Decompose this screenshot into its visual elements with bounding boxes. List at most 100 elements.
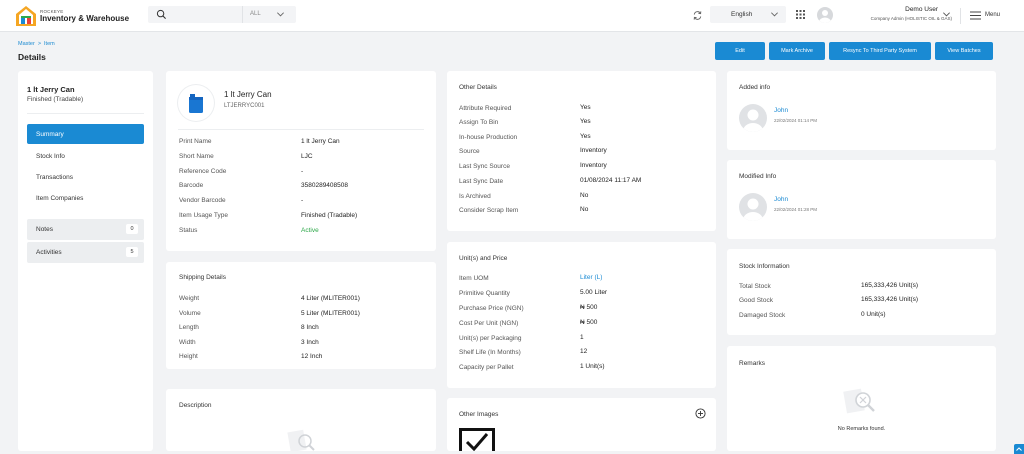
- remarks-title: Remarks: [739, 360, 766, 367]
- edit-button[interactable]: Edit: [715, 42, 765, 60]
- user-avatar-icon: [743, 198, 763, 221]
- status-label: Status: [179, 227, 198, 234]
- is-archived-value: No: [580, 192, 589, 199]
- chevron-up-icon: [1016, 447, 1022, 451]
- damaged-stock-label: Damaged Stock: [739, 312, 786, 319]
- barcode-value: 3580289408508: [301, 182, 348, 189]
- sidebar-item-summary[interactable]: Summary: [27, 124, 144, 144]
- user-name[interactable]: Demo User: [880, 6, 938, 13]
- shipping-title: Shipping Details: [179, 274, 226, 281]
- activities-count-badge: 5: [126, 247, 138, 257]
- sidebar-item-activities[interactable]: Activities 5: [27, 242, 144, 263]
- hamburger-menu-icon[interactable]: [970, 11, 981, 20]
- units-title: Unit(s) and Price: [459, 255, 508, 262]
- item-name: 1 lt Jerry Can: [224, 90, 272, 99]
- shelf-life-label: Shelf Life (In Months): [459, 349, 521, 356]
- units-price-card: Unit(s) and Price Item UOM Liter (L) Pri…: [447, 242, 716, 388]
- apps-grid-icon[interactable]: [796, 10, 805, 19]
- language-select[interactable]: English: [710, 6, 786, 23]
- item-image[interactable]: [178, 85, 214, 121]
- item-code: LTJERRYC001: [224, 103, 265, 109]
- breadcrumb-separator: >: [37, 41, 42, 47]
- cost-per-unit-label: Cost Per Unit (NGN): [459, 320, 519, 327]
- jerry-can-icon: [189, 94, 203, 113]
- barcode-label: Barcode: [179, 182, 204, 189]
- search-divider: [242, 6, 243, 23]
- other-details-title: Other Details: [459, 84, 497, 91]
- attribute-required-label: Attribute Required: [459, 105, 512, 112]
- notes-count-badge: 0: [126, 224, 138, 234]
- length-value: 8 Inch: [301, 324, 319, 331]
- purchase-price-value: ₦ 500: [580, 304, 598, 311]
- no-remarks-message: No Remarks found.: [837, 426, 886, 432]
- primitive-quantity-label: Primitive Quantity: [459, 290, 510, 297]
- sidebar-item-notes[interactable]: Notes 0: [27, 219, 144, 240]
- item-uom-label: Item UOM: [459, 275, 489, 282]
- chevron-down-icon: [771, 12, 778, 17]
- consider-scrap-value: No: [580, 206, 589, 213]
- last-sync-date-value: 01/08/2024 11:17 AM: [580, 177, 642, 184]
- chevron-down-icon[interactable]: [942, 10, 951, 19]
- purchase-price-label: Purchase Price (NGN): [459, 305, 524, 312]
- add-image-icon[interactable]: [695, 408, 706, 419]
- source-value: Inventory: [580, 147, 607, 154]
- modified-by-avatar: [739, 193, 767, 221]
- brand-logo[interactable]: [15, 5, 37, 27]
- search-icon: [156, 9, 167, 20]
- image-thumbnail-checkbox-icon[interactable]: [459, 428, 495, 451]
- remarks-card: Remarks No Remarks found.: [727, 346, 996, 451]
- usage-type-value: Finished (Tradable): [301, 212, 358, 219]
- vendor-barcode-value: -: [301, 197, 304, 204]
- vendor-barcode-label: Vendor Barcode: [179, 197, 226, 204]
- breadcrumb-item[interactable]: Item: [44, 41, 55, 47]
- global-search: ALL: [148, 6, 296, 23]
- view-batches-button[interactable]: View Batches: [935, 42, 993, 60]
- resync-button[interactable]: Resync To Third Party System: [829, 42, 931, 60]
- other-images-card: Other Images: [447, 398, 716, 451]
- shipping-details-card: Shipping Details Weight 4 Liter (MLITER0…: [166, 262, 436, 369]
- other-images-title: Other Images: [459, 411, 499, 418]
- item-sidebar: 1 lt Jerry Can Finished (Tradable) Summa…: [18, 71, 153, 451]
- stock-title: Stock Information: [739, 263, 790, 270]
- assign-to-bin-value: Yes: [580, 118, 591, 125]
- chevron-down-icon[interactable]: [276, 10, 285, 19]
- scroll-to-top-button[interactable]: [1014, 444, 1024, 454]
- sidebar-item-item-companies[interactable]: Item Companies: [27, 188, 144, 208]
- stock-information-card: Stock Information Total Stock 165,333,42…: [727, 249, 996, 335]
- empty-state-icon: [843, 388, 875, 414]
- cost-per-unit-value: ₦ 500: [580, 319, 598, 326]
- activities-label: Activities: [36, 249, 62, 256]
- units-per-packaging-value: 1: [580, 334, 584, 341]
- breadcrumb: Master > Item: [18, 41, 55, 47]
- assign-to-bin-label: Assign To Bin: [459, 119, 499, 126]
- item-uom-link[interactable]: Liter (L): [580, 274, 602, 281]
- mark-archive-button[interactable]: Mark Archive: [769, 42, 825, 60]
- notes-label: Notes: [36, 226, 53, 233]
- width-value: 3 Inch: [301, 339, 319, 346]
- modified-info-title: Modified Info: [739, 173, 777, 180]
- last-sync-source-value: Inventory: [580, 162, 607, 169]
- user-role: Company Admin (HOLISTIC OIL & GAS): [870, 16, 952, 21]
- height-label: Height: [179, 353, 198, 360]
- sidebar-item-stock-info[interactable]: Stock Info: [27, 146, 144, 166]
- sync-icon[interactable]: [692, 10, 703, 21]
- added-by-user-link[interactable]: John: [774, 107, 788, 114]
- search-scope-select[interactable]: ALL: [250, 11, 261, 17]
- page-title: Details: [18, 52, 46, 62]
- search-input[interactable]: [170, 8, 240, 21]
- language-label: English: [731, 11, 753, 18]
- usage-type-label: Item Usage Type: [179, 212, 229, 219]
- print-name-value: 1 lt Jerry Can: [301, 138, 340, 145]
- user-avatar[interactable]: [817, 7, 833, 23]
- consider-scrap-label: Consider Scrap Item: [459, 207, 519, 214]
- reference-code-label: Reference Code: [179, 168, 227, 175]
- modified-date: 22/02/2024 01:28 PM: [774, 207, 818, 212]
- last-sync-date-label: Last Sync Date: [459, 178, 504, 185]
- in-house-production-label: In-house Production: [459, 134, 518, 141]
- sidebar-item-transactions[interactable]: Transactions: [27, 167, 144, 187]
- modified-by-user-link[interactable]: John: [774, 196, 788, 203]
- menu-button[interactable]: Menu: [985, 12, 1000, 18]
- brand-name: Inventory & Warehouse: [40, 14, 130, 23]
- weight-label: Weight: [179, 295, 200, 302]
- breadcrumb-master[interactable]: Master: [18, 41, 35, 47]
